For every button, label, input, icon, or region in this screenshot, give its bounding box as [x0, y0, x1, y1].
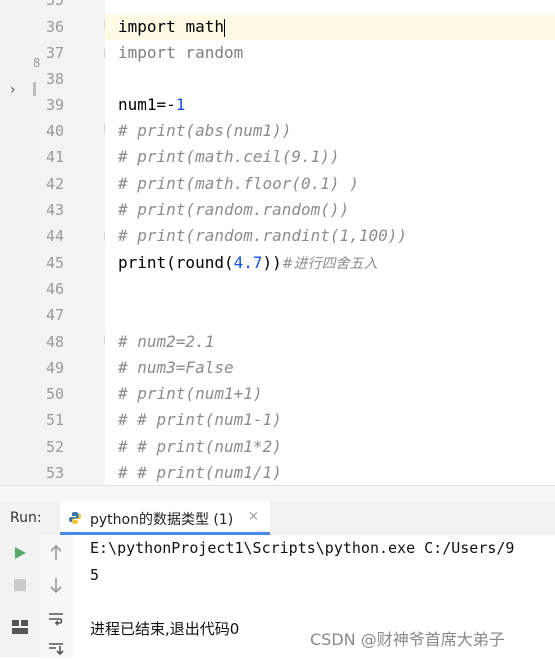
gutter-line: 40 — [40, 118, 113, 144]
inline-comment: #进行四舍五入 — [281, 256, 378, 272]
gutter-line: 36 — [40, 14, 113, 40]
run-tab[interactable]: python的数据类型 (1) × — [60, 501, 270, 535]
line-number: 50 — [46, 385, 65, 403]
console-command-line: E:\pythonProject1\Scripts\python.exe C:/… — [90, 539, 515, 557]
line-number: 39 — [46, 96, 65, 114]
console-toolbar — [40, 535, 74, 657]
gutter-line: 41 — [40, 144, 105, 170]
line-number: 46 — [46, 280, 65, 298]
line-number: 51 — [46, 411, 65, 429]
gutter-line: 49 — [40, 355, 105, 381]
code-line[interactable]: # num2=2.1 — [118, 329, 214, 355]
gutter-line: 47 — [40, 302, 105, 328]
gutter-line: 39 — [40, 92, 105, 118]
gutter-line: 48 — [40, 329, 113, 355]
module-name: math — [185, 17, 224, 36]
line-number: 42 — [46, 175, 65, 193]
console-output-line: 5 — [90, 566, 100, 584]
line-number: 47 — [46, 306, 65, 324]
line-number: 40 — [46, 122, 65, 140]
gutter-line: 51 — [40, 407, 105, 433]
keyword: import — [118, 17, 176, 36]
code-line[interactable]: import random — [118, 40, 243, 66]
code-line[interactable]: # print(random.randint(1,100)) — [118, 223, 407, 249]
code-line[interactable]: # print(math.ceil(9.1)) — [118, 144, 340, 170]
left-tool-strip: 8 › — [0, 0, 41, 485]
gutter-line: 52 — [40, 434, 105, 460]
line-number: 35 — [46, 0, 65, 9]
text-caret — [223, 18, 225, 37]
soft-wrap-icon[interactable] — [46, 609, 66, 629]
line-number: 37 — [46, 44, 65, 62]
layout-icon[interactable] — [10, 617, 30, 637]
gutter-line: 42 — [40, 171, 105, 197]
gutter-line: 45 — [40, 250, 105, 276]
code-line[interactable]: # # print(num1-1) — [118, 407, 282, 433]
line-number: 52 — [46, 438, 65, 456]
watermark: CSDN @财神爷首席大弟子 — [310, 630, 505, 649]
line-number: 49 — [46, 359, 65, 377]
gutter-line: 35 — [40, 0, 105, 13]
code-line[interactable]: # # print(num1*2) — [118, 434, 282, 460]
line-number: 53 — [46, 464, 65, 482]
gutter-line: 44 — [40, 223, 113, 249]
stop-icon[interactable] — [10, 575, 30, 595]
scroll-to-end-icon[interactable] — [46, 639, 66, 659]
gutter-line: 43 — [40, 197, 105, 223]
line-number: 36 — [46, 18, 65, 36]
number-literal: 1 — [175, 95, 186, 114]
rerun-icon[interactable] — [10, 543, 30, 563]
horizontal-scrollbar[interactable] — [0, 485, 555, 502]
code-text: print(round( — [118, 253, 234, 272]
code-line[interactable]: import math — [118, 14, 225, 40]
up-arrow-icon[interactable] — [46, 543, 66, 563]
gutter-line: 50 — [40, 381, 105, 407]
code-line[interactable]: # num3=False — [118, 355, 234, 381]
gutter-line: 37 — [40, 40, 113, 66]
down-arrow-icon[interactable] — [46, 575, 66, 595]
line-number: 48 — [46, 333, 65, 351]
code-line[interactable]: # print(math.floor(0.1) ) — [118, 171, 359, 197]
run-tab-label: python的数据类型 (1) — [90, 512, 234, 528]
close-tab-icon[interactable]: × — [248, 509, 259, 524]
line-number: 38 — [46, 70, 65, 88]
line-number: 41 — [46, 148, 65, 166]
editor-gutter: 35 36 37 38 39 40 41 42 43 44 45 46 47 4… — [40, 0, 113, 486]
run-label: Run: — [10, 510, 42, 526]
line-number: 44 — [46, 227, 65, 245]
python-icon — [69, 512, 81, 524]
run-tool-window-header: Run: python的数据类型 (1) × — [0, 501, 555, 536]
number-literal: 4.7 — [233, 253, 263, 272]
code-line[interactable]: # print(random.random()) — [118, 197, 349, 223]
run-toolbar — [0, 535, 41, 657]
code-line[interactable]: # print(num1+1) — [118, 381, 263, 407]
line-number: 45 — [46, 254, 65, 272]
console-exit-message: 进程已结束,退出代码0 — [90, 620, 240, 638]
expand-chevron-icon[interactable]: › — [10, 82, 16, 98]
line-number: 43 — [46, 201, 65, 219]
code-text: num1=- — [118, 95, 176, 114]
bookmark-marker — [33, 82, 36, 96]
gutter-line: 38 — [40, 66, 105, 92]
gutter-line: 46 — [40, 276, 105, 302]
code-line[interactable]: # print(abs(num1)) — [118, 118, 291, 144]
code-line[interactable]: num1=-1 — [118, 92, 185, 118]
code-editor[interactable]: import math import random num1=-1 # prin… — [105, 0, 555, 485]
gutter-line: 53 — [40, 460, 105, 486]
code-line[interactable]: # # print(num1/1) — [118, 460, 282, 485]
code-text: )) — [262, 253, 282, 272]
code-line[interactable]: print(round(4.7))#进行四舍五入 — [118, 250, 378, 276]
